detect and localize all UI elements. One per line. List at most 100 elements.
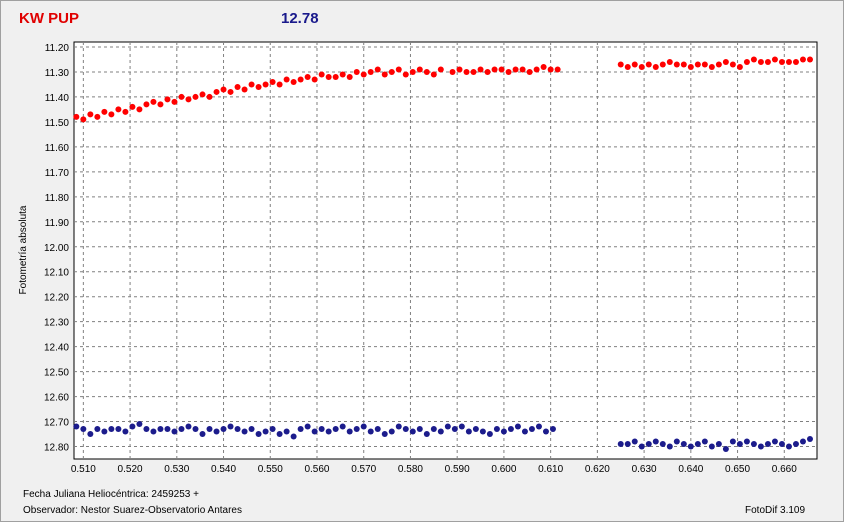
comparison-star-point <box>785 443 792 450</box>
variable-star-point <box>750 56 757 63</box>
comparison-star-point <box>673 438 680 445</box>
variable-star-point <box>402 71 409 78</box>
comparison-star-point <box>157 426 164 433</box>
comparison-star-point <box>743 438 750 445</box>
variable-star-point <box>498 66 505 73</box>
comparison-star-point <box>423 431 430 438</box>
x-tick-label: 0.630 <box>632 464 657 475</box>
variable-star-point <box>491 66 498 73</box>
variable-star-point <box>157 101 164 108</box>
variable-star-point <box>353 68 360 75</box>
variable-star-point <box>150 98 157 105</box>
comparison-star-point <box>185 423 192 430</box>
x-tick-label: 0.530 <box>164 464 189 475</box>
variable-star-point <box>367 68 374 75</box>
comparison-star-point <box>409 428 416 435</box>
x-tick-label: 0.660 <box>772 464 797 475</box>
variable-star-point <box>269 78 276 85</box>
variable-star-point <box>255 83 262 90</box>
variable-star-point <box>213 88 220 95</box>
variable-star-point <box>87 111 94 118</box>
comparison-star-point <box>624 441 631 448</box>
variable-star-point <box>722 58 729 65</box>
variable-star-point <box>164 96 171 103</box>
y-tick-label: 12.70 <box>44 418 69 429</box>
variable-star-point <box>297 76 304 83</box>
variable-star-point <box>423 68 430 75</box>
comparison-star-point <box>430 426 437 433</box>
variable-star-point <box>792 58 799 65</box>
variable-star-point <box>449 68 456 75</box>
comparison-star-point <box>416 426 423 433</box>
comparison-star-point <box>367 428 374 435</box>
comparison-star-point <box>549 426 556 433</box>
x-tick-label: 0.520 <box>118 464 143 475</box>
variable-star-point <box>381 71 388 78</box>
comparison-star-point <box>701 438 708 445</box>
variable-star-point <box>526 68 533 75</box>
variable-star-point <box>129 103 136 110</box>
comparison-star-point <box>750 441 757 448</box>
comparison-star-point <box>666 443 673 450</box>
comparison-star-point <box>171 428 178 435</box>
variable-star-point <box>736 63 743 70</box>
variable-star-point <box>785 58 792 65</box>
comparison-star-point <box>87 431 94 438</box>
comparison-star-point <box>304 423 311 430</box>
variable-star-point <box>122 108 129 115</box>
comparison-star-point <box>680 441 687 448</box>
variable-star-point <box>108 111 115 118</box>
comparison-star-point <box>94 426 101 433</box>
variable-star-point <box>192 93 199 100</box>
comparison-star-point <box>535 423 542 430</box>
comparison-star-point <box>178 426 185 433</box>
y-tick-label: 11.60 <box>45 143 70 154</box>
comparison-star-point <box>542 428 549 435</box>
variable-star-point <box>80 116 87 123</box>
comparison-star-point <box>507 426 514 433</box>
comparison-star-point <box>122 428 129 435</box>
comparison-star-point <box>325 428 332 435</box>
x-tick-label: 0.610 <box>538 464 563 475</box>
y-tick-labels: 11.20 11.30 11.40 11.50 11.60 11.70 11.80 11.90… <box>44 43 69 454</box>
variable-star-point <box>631 61 638 68</box>
comparison-star-point <box>283 428 290 435</box>
comparison-star-point <box>388 428 395 435</box>
variable-star-point <box>645 61 652 68</box>
y-tick-label: 12.80 <box>44 443 69 454</box>
variable-star-point <box>624 63 631 70</box>
variable-star-point <box>276 81 283 88</box>
comparison-star-point <box>220 426 227 433</box>
comparison-star-point <box>694 441 701 448</box>
variable-star-point <box>687 63 694 70</box>
observer-label: Observador: Nestor Suarez-Observatorio A… <box>23 505 242 516</box>
variable-star-point <box>220 86 227 93</box>
x-tick-label: 0.510 <box>71 464 96 475</box>
y-tick-label: 12.60 <box>44 393 69 404</box>
variable-star-point <box>409 68 416 75</box>
variable-star-point <box>171 98 178 105</box>
variable-star-point <box>505 68 512 75</box>
comparison-star-point <box>493 426 500 433</box>
variable-star-point <box>346 73 353 80</box>
comparison-star-point <box>360 423 367 430</box>
variable-star-point <box>178 93 185 100</box>
comparison-star-point <box>514 423 521 430</box>
variable-star-point <box>666 58 673 65</box>
comparison-star-point <box>262 428 269 435</box>
comparison-star-point <box>164 426 171 433</box>
comparison-star-point <box>792 441 799 448</box>
variable-star-point <box>652 63 659 70</box>
y-tick-label: 12.50 <box>44 368 69 379</box>
comparison-star-point <box>115 426 122 433</box>
variable-star-point <box>771 56 778 63</box>
comparison-star-point <box>101 428 108 435</box>
comparison-star-point <box>276 431 283 438</box>
x-tick-label: 0.650 <box>725 464 750 475</box>
y-tick-label: 12.10 <box>44 268 69 279</box>
comparison-star-point <box>129 423 136 430</box>
y-tick-label: 11.20 <box>45 43 70 54</box>
variable-star-point <box>94 113 101 120</box>
variable-star-point <box>374 66 381 73</box>
variable-star-point <box>757 58 764 65</box>
